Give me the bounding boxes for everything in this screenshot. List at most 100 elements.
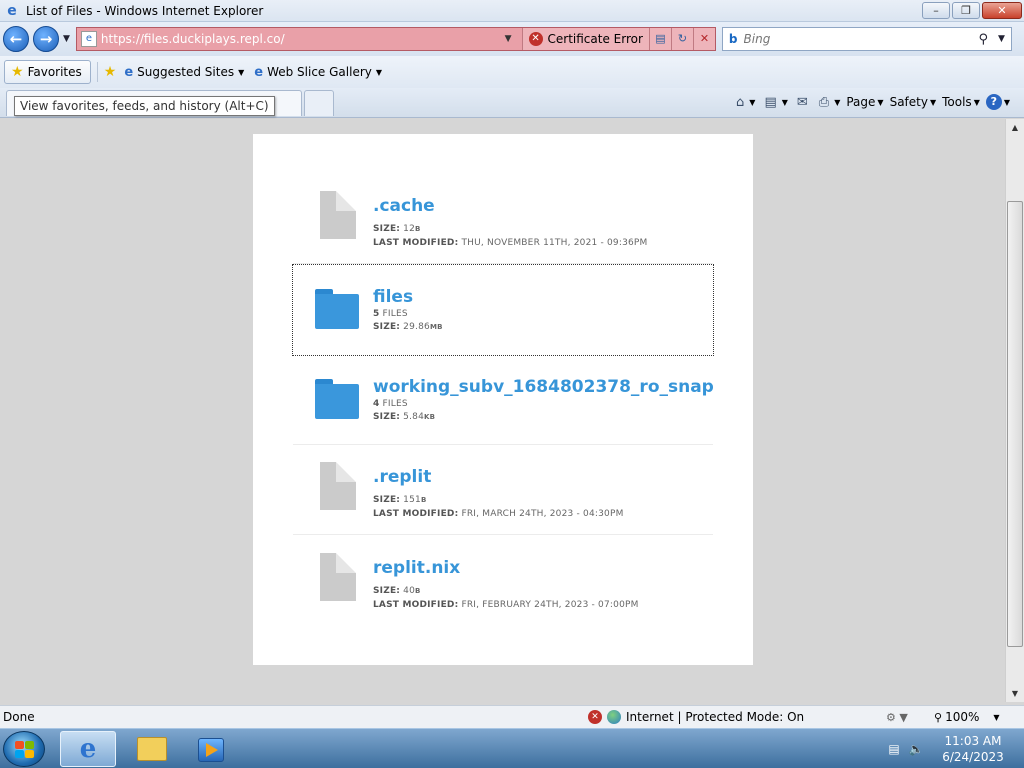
add-to-favorites-bar-icon[interactable]: ★: [104, 64, 117, 80]
security-report-icon[interactable]: ⚙ ▼: [886, 711, 908, 724]
certificate-error-label: Certificate Error: [547, 32, 643, 46]
file-meta-line: SIZE: 151B: [373, 495, 427, 505]
web-slice-gallery-link[interactable]: e Web Slice Gallery ▼: [254, 65, 382, 80]
chevron-down-icon: ▼: [993, 712, 1000, 722]
vertical-scrollbar[interactable]: ▲ ▼: [1005, 119, 1024, 702]
folder-name[interactable]: working_subv_1684802378_ro_snap: [373, 377, 714, 397]
internet-explorer-icon: e: [79, 734, 97, 764]
status-text: Done: [3, 710, 35, 724]
favorites-tooltip: View favorites, feeds, and history (Alt+…: [14, 96, 275, 116]
chevron-down-icon[interactable]: ▼: [834, 98, 840, 107]
taskbar-internet-explorer[interactable]: e: [60, 731, 116, 767]
list-item[interactable]: .replit SIZE: 151B LAST MODIFIED: FRI, M…: [293, 445, 713, 535]
clock-date: 6/24/2023: [942, 750, 1004, 764]
page-icon: e: [80, 31, 97, 47]
file-name[interactable]: replit.nix: [373, 558, 460, 578]
favorites-button[interactable]: ★ Favorites: [4, 60, 91, 84]
volume-muted-icon[interactable]: 🔈: [908, 741, 924, 757]
search-options-icon[interactable]: ▼: [998, 34, 1005, 44]
print-icon[interactable]: ⎙: [819, 95, 829, 110]
windows-logo-icon: [15, 741, 35, 759]
read-mail-icon[interactable]: ✉: [797, 95, 808, 110]
ie-page-icon: e: [124, 64, 134, 80]
back-button[interactable]: ←: [3, 26, 29, 52]
recent-pages-dropdown-icon[interactable]: ▼: [63, 34, 70, 44]
file-meta-line: SIZE: 40B: [373, 586, 421, 596]
suggested-sites-label: Suggested Sites: [137, 65, 235, 79]
folder-meta-line: 4 FILES: [373, 399, 408, 409]
list-item[interactable]: replit.nix SIZE: 40B LAST MODIFIED: FRI,…: [293, 536, 713, 626]
address-url[interactable]: https://files.duckiplays.repl.co/: [101, 32, 505, 46]
scroll-up-icon[interactable]: ▲: [1006, 119, 1024, 136]
list-item[interactable]: .cache SIZE: 12B LAST MODIFIED: THU, NOV…: [293, 174, 713, 264]
minimize-button[interactable]: –: [922, 2, 950, 19]
feeds-icon[interactable]: ▤: [764, 95, 776, 110]
favorites-bar: ★ Favorites ★ e Suggested Sites ▼ e Web …: [0, 56, 1024, 88]
system-clock[interactable]: 11:03 AM 6/24/2023: [938, 733, 1008, 765]
chevron-down-icon[interactable]: ▼: [974, 98, 980, 107]
file-list-panel: .cache SIZE: 12B LAST MODIFIED: THU, NOV…: [253, 134, 753, 665]
chevron-down-icon[interactable]: ▼: [749, 98, 755, 107]
chevron-down-icon[interactable]: ▼: [1004, 98, 1010, 107]
file-meta-line: SIZE: 12B: [373, 224, 421, 234]
certificate-error-button[interactable]: ✕ Certificate Error: [521, 28, 649, 50]
list-item[interactable]: files 5 FILES SIZE: 29.86MB: [292, 264, 714, 356]
file-name[interactable]: .replit: [373, 467, 431, 487]
search-icon[interactable]: ⚲: [978, 32, 988, 47]
zoom-control[interactable]: ⚲ 100% ▼: [934, 710, 1000, 724]
list-item[interactable]: working_subv_1684802378_ro_snap 4 FILES …: [293, 355, 714, 445]
window-title: List of Files - Windows Internet Explore…: [26, 3, 264, 18]
search-input[interactable]: [743, 32, 973, 46]
bing-icon: b: [728, 32, 738, 46]
forward-button[interactable]: →: [33, 26, 59, 52]
chevron-down-icon: ▼: [375, 67, 383, 77]
chevron-down-icon[interactable]: ▼: [930, 98, 936, 107]
file-name[interactable]: .cache: [373, 196, 435, 216]
window-controls: – ❐ ✕: [922, 2, 1022, 19]
address-bar[interactable]: e https://files.duckiplays.repl.co/ ▼ ✕ …: [75, 27, 716, 51]
taskbar-windows-explorer[interactable]: [124, 731, 180, 767]
close-button[interactable]: ✕: [982, 2, 1022, 19]
chevron-down-icon[interactable]: ▼: [877, 98, 883, 107]
file-icon: [320, 553, 356, 601]
url-domain: repl.co: [239, 32, 281, 46]
internet-explorer-icon: e: [7, 2, 17, 19]
divider: [293, 534, 713, 535]
status-bar: Done ✕ Internet | Protected Mode: On ⚙ ▼…: [0, 705, 1024, 728]
stop-icon[interactable]: ✕: [692, 28, 715, 50]
home-icon[interactable]: ⌂: [736, 95, 744, 110]
tools-menu[interactable]: Tools: [942, 95, 972, 109]
restore-button[interactable]: ❐: [952, 2, 980, 19]
refresh-icon[interactable]: ↻: [670, 28, 693, 50]
security-zone[interactable]: ✕ Internet | Protected Mode: On: [588, 710, 804, 724]
page-menu[interactable]: Page: [846, 95, 875, 109]
safety-menu[interactable]: Safety: [890, 95, 928, 109]
zone-label: Internet | Protected Mode: On: [626, 710, 805, 724]
network-icon[interactable]: ▤: [886, 741, 902, 757]
taskbar-media-player[interactable]: [182, 731, 238, 767]
folder-meta-line: SIZE: 5.84KB: [373, 412, 436, 422]
file-meta-line: LAST MODIFIED: THU, NOVEMBER 11TH, 2021 …: [373, 238, 648, 248]
web-slice-gallery-label: Web Slice Gallery: [267, 65, 372, 79]
chevron-down-icon[interactable]: ▼: [782, 98, 788, 107]
folder-name[interactable]: files: [373, 287, 413, 307]
start-button[interactable]: [3, 731, 45, 767]
clock-time: 11:03 AM: [944, 734, 1002, 748]
compatibility-view-icon[interactable]: ▤: [648, 28, 671, 50]
scroll-down-icon[interactable]: ▼: [1006, 685, 1024, 702]
new-tab-button[interactable]: [304, 90, 334, 116]
suggested-sites-link[interactable]: e Suggested Sites ▼: [124, 65, 244, 80]
star-icon: ★: [11, 64, 24, 80]
scrollbar-thumb[interactable]: [1007, 201, 1023, 647]
folder-icon: [315, 379, 359, 419]
file-icon: [320, 191, 356, 239]
address-dropdown-icon[interactable]: ▼: [505, 34, 512, 44]
search-box[interactable]: b ⚲ ▼: [721, 27, 1012, 51]
folder-icon: [137, 737, 167, 761]
help-icon[interactable]: ?: [985, 94, 1002, 110]
folder-meta-line: SIZE: 29.86MB: [373, 322, 443, 332]
file-meta-line: LAST MODIFIED: FRI, FEBRUARY 24TH, 2023 …: [373, 600, 639, 610]
error-shield-icon: ✕: [528, 32, 543, 46]
folder-icon: [315, 289, 359, 329]
divider: [96, 62, 98, 82]
